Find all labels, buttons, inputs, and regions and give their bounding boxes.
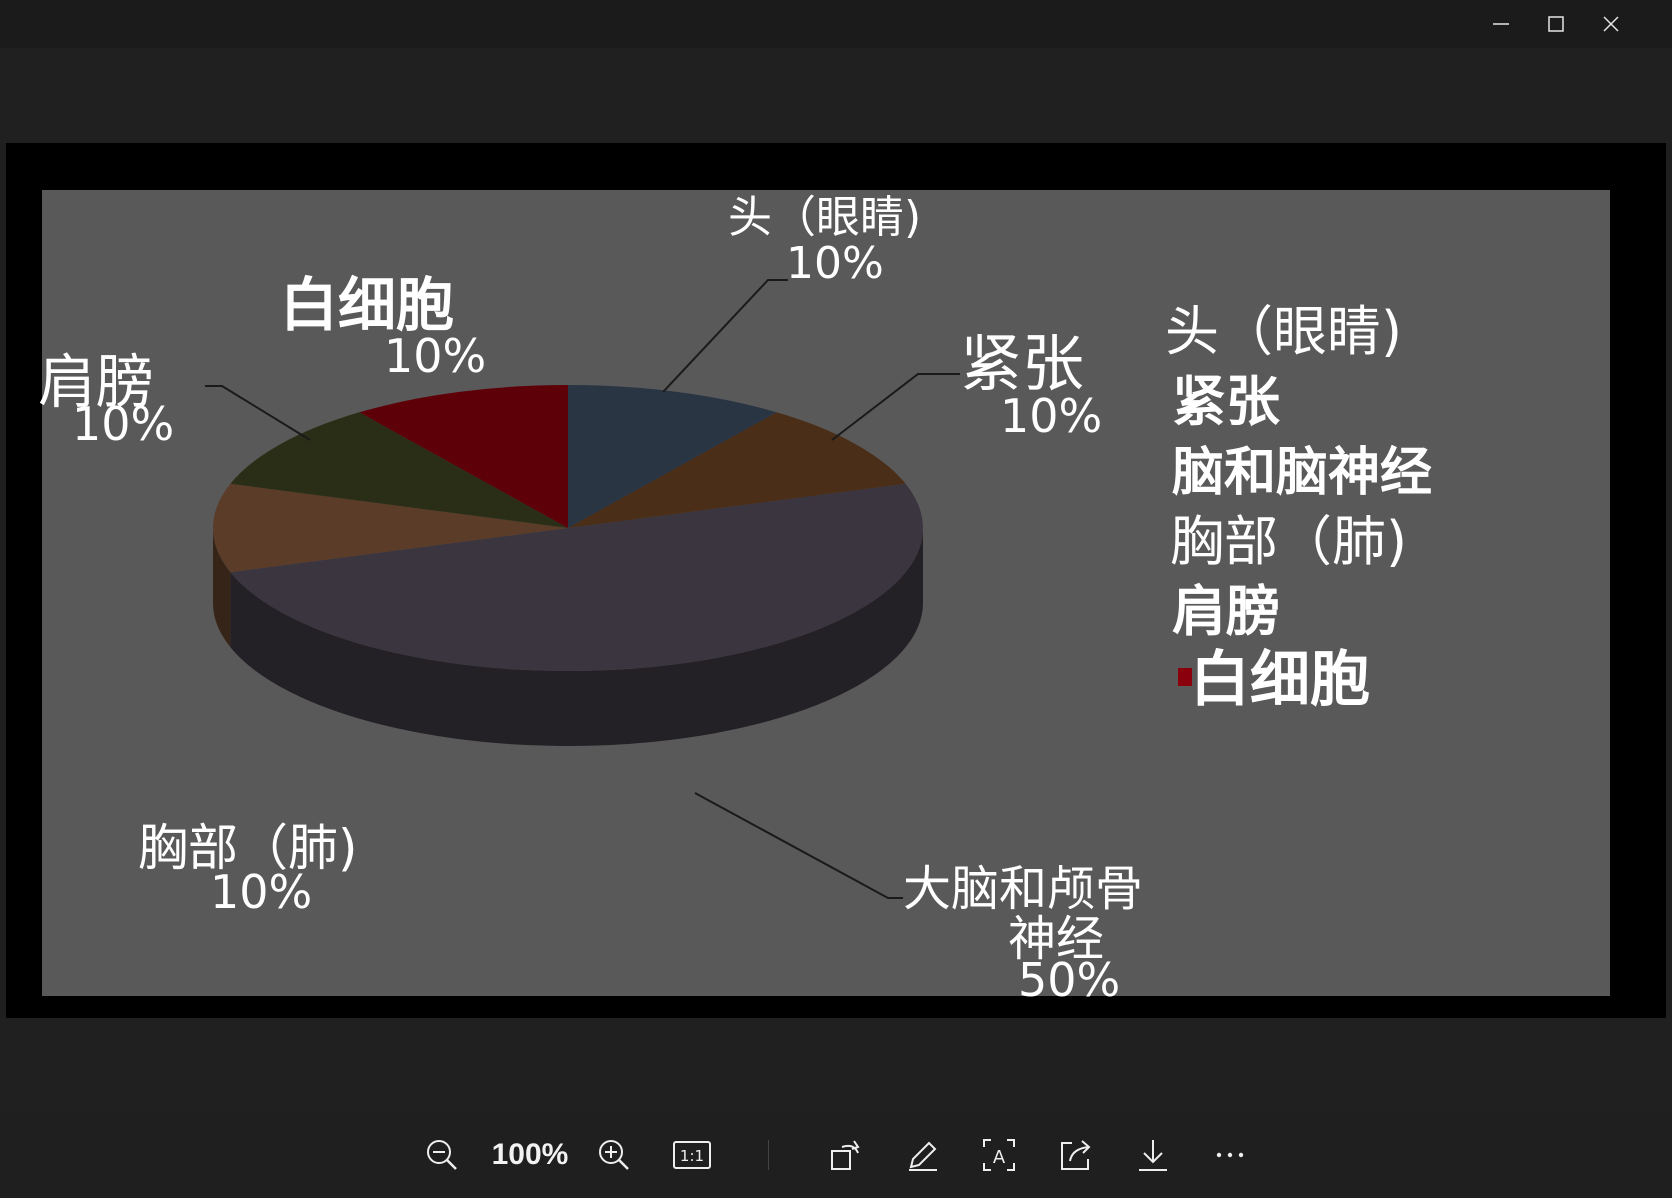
slice-value-wbc: 10% [384,329,486,383]
share-button[interactable] [1054,1133,1098,1177]
slice-value-head: 10% [786,238,884,289]
share-icon [1061,1140,1091,1170]
text-recognition-button[interactable]: A [977,1133,1021,1177]
legend-entry-tension: 紧张 [1172,370,1280,433]
legend-entry-head: 头（眼睛) [1165,300,1402,363]
zoom-in-icon [599,1140,629,1170]
toolbar-divider [768,1140,769,1170]
zoom-level[interactable]: 100% [482,1133,578,1177]
pie-top-layer [212,385,923,671]
download-button[interactable] [1131,1133,1175,1177]
more-options-button[interactable] [1208,1133,1252,1177]
rotate-button[interactable] [824,1133,868,1177]
legend-entry-chest: 胸部（肺) [1170,510,1407,573]
slice-value-brain: 50% [1018,953,1120,1007]
zoom-out-button[interactable] [420,1133,464,1177]
zoom-in-button[interactable] [592,1133,636,1177]
actual-size-button[interactable]: 1:1 [670,1133,714,1177]
slice-value-chest: 10% [210,865,312,919]
actual-size-icon: 1:1 [673,1141,711,1169]
legend-entry-wbc: 白细胞 [1190,645,1370,715]
edit-icon [909,1141,937,1171]
svg-text:1:1: 1:1 [680,1147,704,1165]
text-recognition-icon: A [983,1139,1015,1171]
edit-button[interactable] [901,1133,945,1177]
slice-value-shoulder: 10% [72,397,174,451]
legend-entry-shoulder: 肩膀 [1172,580,1280,643]
legend-entry-brain: 脑和脑神经 [1172,443,1432,503]
zoom-out-icon [427,1140,457,1170]
slice-label-brain-line1: 大脑和颅骨 [903,861,1143,917]
pie-chart: 头（眼睛) 10% 紧张 10% 白细胞 10% 肩膀 10% 胸部（肺) 10… [38,190,1610,1007]
slice-value-tension: 10% [1000,389,1102,443]
rotate-icon [831,1140,860,1170]
svg-text:A: A [993,1147,1006,1168]
slice-label-head: 头（眼睛) [728,192,921,243]
more-icon [1216,1152,1244,1158]
download-icon [1139,1140,1167,1171]
